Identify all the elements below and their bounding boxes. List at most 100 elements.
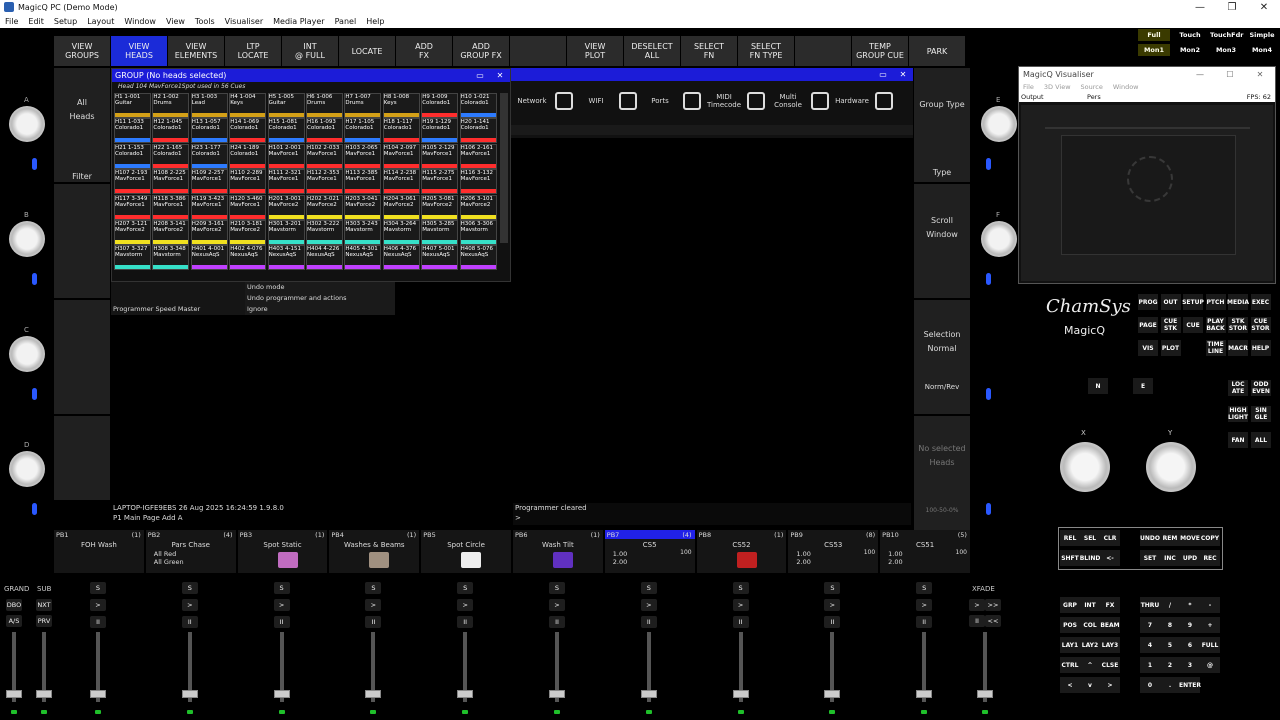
pb-pause-button[interactable]: II bbox=[365, 616, 382, 628]
group-window-maximize[interactable]: ▭ bbox=[470, 69, 490, 82]
head-cell[interactable]: H302 3-222 Mavstorm bbox=[306, 220, 343, 245]
menu-view[interactable]: View bbox=[161, 17, 190, 26]
window-key-stk-stor[interactable]: STK STOR bbox=[1228, 317, 1248, 333]
pb-pause-button[interactable]: II bbox=[732, 616, 749, 628]
head-cell[interactable]: H112 2-353 MavForce1 bbox=[306, 169, 343, 195]
head-key-prev-head[interactable]: E bbox=[1133, 378, 1153, 394]
head-cell[interactable]: H105 2-129 MavForce1 bbox=[421, 143, 459, 169]
softkey-7[interactable]: ADD GROUP FX bbox=[453, 36, 509, 66]
window-key-page[interactable]: PAGE bbox=[1138, 317, 1158, 333]
pb-s-button[interactable]: S bbox=[365, 582, 382, 594]
control-item-label[interactable]: MIDI Timecode bbox=[707, 93, 741, 109]
mode-button-simple[interactable]: Simple bbox=[1246, 29, 1278, 41]
hardware-icon[interactable] bbox=[875, 92, 893, 110]
grand-button-as[interactable]: A/S bbox=[6, 615, 22, 627]
pb-go-button[interactable]: > bbox=[732, 599, 749, 611]
softkey-5[interactable]: LOCATE bbox=[339, 36, 395, 66]
softkey-2[interactable]: VIEW ELEMENTS bbox=[168, 36, 224, 66]
vis-menu-window[interactable]: Window bbox=[1113, 82, 1139, 92]
window-key-macr[interactable]: MACR bbox=[1228, 340, 1248, 356]
keypad-key-lay1[interactable]: LAY1 bbox=[1060, 637, 1080, 653]
window-key-media[interactable]: MEDIA bbox=[1227, 294, 1249, 310]
pb-fader-10-cap[interactable] bbox=[916, 690, 933, 698]
head-cell[interactable]: H6 1-006 Drums bbox=[306, 93, 343, 118]
no-selected-heads-key[interactable]: No selected Heads 100-50-0% bbox=[914, 416, 970, 530]
settings-row[interactable]: Undo programmer and actions bbox=[111, 293, 511, 304]
keypad-key-ctrl[interactable]: CTRL bbox=[1060, 657, 1080, 673]
window-key-prog[interactable]: PROG bbox=[1138, 294, 1158, 310]
control-item-label[interactable]: Hardware bbox=[835, 97, 869, 105]
vis-view-mode[interactable]: Pers bbox=[1087, 92, 1247, 102]
locate-key-loc-ate[interactable]: LOC ATE bbox=[1228, 380, 1248, 396]
head-cell[interactable]: H304 3-264 Mavstorm bbox=[382, 220, 420, 245]
head-cell[interactable]: H111 2-321 MavForce1 bbox=[267, 169, 305, 195]
head-cell[interactable]: H101 2-001 MavForce1 bbox=[267, 143, 305, 169]
head-cell[interactable]: H1 1-001 Guitar bbox=[114, 93, 151, 118]
keypad-key-6[interactable]: 6 bbox=[1180, 637, 1200, 653]
head-cell[interactable]: H15 1-081 Colorado1 bbox=[267, 118, 305, 144]
playback-5[interactable]: PB5 Spot Circle bbox=[421, 530, 511, 573]
minimize-button[interactable]: — bbox=[1184, 2, 1216, 13]
keypad-key--[interactable]: < bbox=[1060, 677, 1080, 693]
encoder-d-knob[interactable] bbox=[9, 448, 45, 490]
grand-fader-cap[interactable] bbox=[6, 690, 22, 698]
pb-fader-8-cap[interactable] bbox=[732, 690, 749, 698]
head-cell[interactable]: H23 1-177 Colorado1 bbox=[190, 143, 228, 169]
pb-pause-button[interactable]: II bbox=[640, 616, 657, 628]
head-cell[interactable]: H303 3-243 Mavstorm bbox=[344, 220, 382, 245]
head-cell[interactable]: H7 1-007 Drums bbox=[344, 93, 382, 118]
softkey-13[interactable] bbox=[795, 36, 851, 66]
control-item-label[interactable]: Network bbox=[515, 97, 549, 105]
pb-pause-button[interactable]: II bbox=[824, 616, 841, 628]
head-cell[interactable]: H207 3-121 MavForce2 bbox=[114, 220, 151, 245]
grand-button-dbo[interactable]: DBO bbox=[6, 599, 22, 611]
head-cell[interactable]: H103 2-065 MavForce1 bbox=[344, 143, 382, 169]
locate-key-all[interactable]: ALL bbox=[1251, 432, 1271, 448]
encoder-c-knob[interactable] bbox=[9, 333, 45, 375]
menu-tools[interactable]: Tools bbox=[190, 17, 220, 26]
softkey-11[interactable]: SELECT FN bbox=[681, 36, 737, 66]
head-cell[interactable]: H113 2-385 MavForce1 bbox=[344, 169, 382, 195]
head-cell[interactable]: H408 5-076 NexusAqS bbox=[459, 245, 497, 271]
keypad-key-thru[interactable]: THRU bbox=[1140, 597, 1160, 613]
head-cell[interactable]: H115 2-275 MavForce1 bbox=[421, 169, 459, 195]
keypad-key--[interactable]: ^ bbox=[1080, 657, 1100, 673]
locate-key-sin-gle[interactable]: SIN GLE bbox=[1251, 406, 1271, 422]
head-cell[interactable]: H210 3-181 MavForce2 bbox=[229, 220, 267, 245]
softkey-15[interactable]: PARK bbox=[909, 36, 965, 66]
head-cell[interactable]: H21 1-153 Colorado1 bbox=[114, 143, 151, 169]
pb-fader-1-cap[interactable] bbox=[90, 690, 106, 698]
head-cell[interactable]: H2 1-002 Drums bbox=[152, 93, 190, 118]
pb-fader-4-cap[interactable] bbox=[365, 690, 382, 698]
keypad-key--[interactable]: + bbox=[1200, 617, 1220, 633]
head-cell[interactable]: H13 1-057 Colorado1 bbox=[190, 118, 228, 144]
keypad-key--[interactable]: @ bbox=[1200, 657, 1220, 673]
head-cell[interactable]: H301 3-201 Mavstorm bbox=[267, 220, 305, 245]
sub-fader-cap[interactable] bbox=[36, 690, 52, 698]
xfade-fader-cap[interactable] bbox=[977, 690, 993, 698]
head-cell[interactable]: H118 3-386 MavForce1 bbox=[152, 194, 190, 220]
left-key-4[interactable] bbox=[54, 416, 110, 500]
pb-fader-9-cap[interactable] bbox=[824, 690, 841, 698]
xfade-button-3[interactable]: << bbox=[985, 615, 1001, 627]
playback-7[interactable]: PB7 (4) CS5 1.00 2.00 100 bbox=[604, 530, 695, 573]
keypad-key-lay2[interactable]: LAY2 bbox=[1080, 637, 1100, 653]
head-cell[interactable]: H9 1-009 Colorado1 bbox=[421, 93, 459, 118]
softkey-12[interactable]: SELECT FN TYPE bbox=[738, 36, 794, 66]
pb-pause-button[interactable]: II bbox=[916, 616, 933, 628]
pb-go-button[interactable]: > bbox=[549, 599, 565, 611]
head-cell[interactable]: H407 5-001 NexusAqS bbox=[421, 245, 459, 271]
head-cell[interactable]: H18 1-117 Colorado1 bbox=[382, 118, 420, 144]
pb-pause-button[interactable]: II bbox=[181, 616, 198, 628]
pb-fader-5-cap[interactable] bbox=[457, 690, 474, 698]
keypad-key-grp[interactable]: GRP bbox=[1060, 597, 1080, 613]
playback-2[interactable]: PB2 (4) Pars Chase All Red All Green bbox=[145, 530, 236, 573]
pb-pause-button[interactable]: II bbox=[549, 616, 565, 628]
pb-s-button[interactable]: S bbox=[916, 582, 933, 594]
group-type-key[interactable]: Group Type Type bbox=[914, 68, 970, 182]
head-cell[interactable]: H4 1-004 Keys bbox=[229, 93, 267, 118]
pb-go-button[interactable]: > bbox=[181, 599, 198, 611]
keypad-key--[interactable]: * bbox=[1180, 597, 1200, 613]
head-cell[interactable]: H205 3-081 MavForce2 bbox=[421, 194, 459, 220]
pb-go-button[interactable]: > bbox=[90, 599, 106, 611]
